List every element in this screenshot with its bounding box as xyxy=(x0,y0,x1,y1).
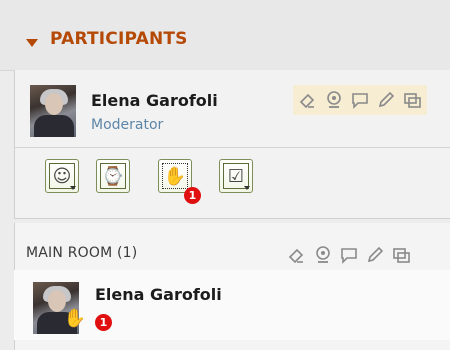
speaker-icon xyxy=(297,89,319,111)
panel-title: PARTICIPANTS xyxy=(50,29,188,49)
away-status-button[interactable]: ⌚ xyxy=(96,159,130,193)
collapse-triangle-icon[interactable] xyxy=(26,39,38,47)
participant-name: Elena Garofoli xyxy=(95,285,222,304)
dropdown-arrow-icon xyxy=(244,186,250,190)
current-user-role: Moderator xyxy=(91,117,164,133)
hand-raised-badge: 1 xyxy=(95,314,112,331)
screen-share-icon xyxy=(401,89,423,111)
room-column-icons xyxy=(286,240,412,270)
participant-row[interactable] xyxy=(14,270,450,340)
current-user-status-icons xyxy=(293,85,427,115)
current-user-name: Elena Garofoli xyxy=(91,91,218,110)
avatar xyxy=(30,85,76,137)
emoticon-button[interactable]: ☺ xyxy=(45,159,79,193)
pencil-icon xyxy=(375,89,397,111)
speaker-icon xyxy=(286,244,308,266)
webcam-icon xyxy=(323,89,345,111)
raise-hand-icon: ✋ xyxy=(63,307,87,329)
hand-raised-badge: 1 xyxy=(184,187,201,204)
away-clock-icon: ⌚ xyxy=(100,163,126,189)
webcam-icon xyxy=(312,244,334,266)
chat-bubble-icon xyxy=(349,89,371,111)
raise-hand-icon: ✋ xyxy=(162,163,188,189)
participants-header[interactable]: PARTICIPANTS xyxy=(0,0,450,71)
screen-share-icon xyxy=(390,244,412,266)
dropdown-arrow-icon xyxy=(70,186,76,190)
section-divider xyxy=(14,147,450,148)
agree-button[interactable]: ☑ xyxy=(219,159,253,193)
pencil-icon xyxy=(364,244,386,266)
main-room-label: MAIN ROOM (1) xyxy=(26,245,138,261)
chat-bubble-icon xyxy=(338,244,360,266)
